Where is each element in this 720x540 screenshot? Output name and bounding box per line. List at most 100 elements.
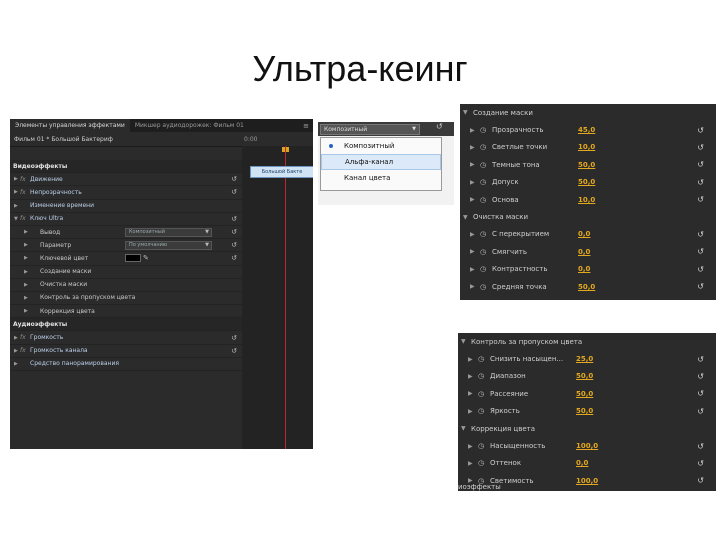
reset-icon[interactable]: ↺ (436, 122, 454, 131)
twirl-closed-icon[interactable]: ▶ (470, 144, 480, 151)
twirl-closed-icon[interactable]: ▶ (468, 373, 478, 380)
twirl-closed-icon[interactable]: ▶ (468, 390, 478, 397)
twirl-closed-icon[interactable]: ▶ (470, 248, 480, 255)
twirl-open-icon[interactable]: ▼ (461, 338, 471, 345)
effect-row[interactable]: ▶ Контроль за пропуском цвета (10, 292, 242, 306)
effect-row[interactable]: ▶ Создание маски (10, 266, 242, 279)
twirl-closed-icon[interactable]: ▶ (468, 443, 478, 450)
twirl-icon[interactable]: ▶ (24, 242, 30, 248)
stopwatch-icon[interactable]: ◷ (480, 126, 492, 134)
reset-icon[interactable]: ↺ (231, 241, 237, 249)
tab-audio-mixer[interactable]: Микшер аудиодорожек: Фильм 01 (130, 119, 249, 132)
clip-name[interactable]: Фильм 01 * Большой Бактериф (14, 136, 244, 143)
twirl-icon[interactable]: ▶ (24, 282, 30, 288)
stopwatch-icon[interactable]: ◷ (480, 248, 492, 256)
twirl-open-icon[interactable]: ▼ (463, 109, 473, 116)
param-value[interactable]: 100,0 (576, 477, 598, 485)
twirl-closed-icon[interactable]: ▶ (468, 408, 478, 415)
reset-icon[interactable]: ↺ (231, 334, 237, 342)
timeline-clip[interactable]: Большой Бакте (250, 166, 313, 178)
stopwatch-icon[interactable]: ◷ (478, 442, 490, 450)
reset-icon[interactable]: ↺ (697, 143, 704, 152)
reset-icon[interactable]: ↺ (697, 459, 704, 468)
effect-row[interactable]: ▼ fx Ключ Ultra ↺ (10, 213, 242, 226)
param-value[interactable]: 45,0 (578, 126, 595, 134)
group-header[interactable]: ▼ Создание маски (460, 104, 716, 121)
param-value[interactable]: 50,0 (576, 372, 593, 380)
param-value[interactable]: 10,0 (578, 143, 595, 151)
reset-icon[interactable]: ↺ (231, 228, 237, 236)
stopwatch-icon[interactable]: ◷ (478, 390, 490, 398)
stopwatch-icon[interactable]: ◷ (480, 178, 492, 186)
twirl-icon[interactable]: ▶ (24, 295, 30, 301)
reset-icon[interactable]: ↺ (231, 188, 237, 196)
twirl-closed-icon[interactable]: ▶ (468, 356, 478, 363)
effect-row[interactable]: ▶ Очистка маски (10, 279, 242, 292)
reset-icon[interactable]: ↺ (697, 372, 704, 381)
twirl-closed-icon[interactable]: ▶ (470, 196, 480, 203)
reset-icon[interactable]: ↺ (697, 355, 704, 364)
reset-icon[interactable]: ↺ (697, 178, 704, 187)
effect-row[interactable]: ▶ Средство панорамирования (10, 358, 242, 371)
stopwatch-icon[interactable]: ◷ (480, 196, 492, 204)
stopwatch-icon[interactable]: ◷ (480, 143, 492, 151)
effect-row[interactable]: ▶ fx Громкость канала ↺ (10, 345, 242, 358)
group-header[interactable]: ▼ Коррекция цвета (458, 420, 716, 437)
fx-icon[interactable]: fx (20, 334, 30, 341)
stopwatch-icon[interactable]: ◷ (480, 161, 492, 169)
twirl-icon[interactable]: ▶ (24, 308, 30, 314)
fx-icon[interactable]: fx (20, 347, 30, 354)
twirl-icon[interactable]: ▶ (24, 255, 30, 261)
effect-row[interactable]: ▶ fx Громкость ↺ (10, 331, 242, 345)
reset-icon[interactable]: ↺ (697, 476, 704, 485)
stopwatch-icon[interactable]: ◷ (480, 265, 492, 273)
effect-row[interactable]: ▶ fx Непрозрачность ↺ (10, 186, 242, 200)
param-value[interactable]: 0,0 (578, 265, 590, 273)
param-value[interactable]: 50,0 (576, 407, 593, 415)
dropdown-option[interactable]: Альфа-канал (321, 154, 441, 170)
group-header[interactable]: ▼ Контроль за пропуском цвета (458, 333, 716, 350)
param-value[interactable]: 0,0 (578, 230, 590, 238)
fx-icon[interactable]: fx (20, 189, 30, 196)
param-value[interactable]: 50,0 (578, 178, 595, 186)
reset-icon[interactable]: ↺ (231, 215, 237, 223)
property-select[interactable]: По умолчанию (125, 240, 212, 250)
stopwatch-icon[interactable]: ◷ (478, 407, 490, 415)
reset-icon[interactable]: ↺ (697, 160, 704, 169)
effect-row[interactable]: ▶ Ключевой цвет ✎ ↺ (10, 252, 242, 266)
reset-icon[interactable]: ↺ (697, 282, 704, 291)
param-value[interactable]: 0,0 (576, 459, 588, 467)
reset-icon[interactable]: ↺ (231, 254, 237, 262)
reset-icon[interactable]: ↺ (697, 265, 704, 274)
twirl-closed-icon[interactable]: ▶ (470, 266, 480, 273)
param-value[interactable]: 50,0 (576, 390, 593, 398)
reset-icon[interactable]: ↺ (697, 230, 704, 239)
reset-icon[interactable]: ↺ (697, 195, 704, 204)
twirl-closed-icon[interactable]: ▶ (470, 161, 480, 168)
twirl-closed-icon[interactable]: ▶ (468, 460, 478, 467)
twirl-closed-icon[interactable]: ▶ (470, 179, 480, 186)
effect-row[interactable]: ▶ Параметр По умолчанию ↺ (10, 239, 242, 253)
param-value[interactable]: 0,0 (578, 248, 590, 256)
twirl-closed-icon[interactable]: ▶ (470, 127, 480, 134)
param-value[interactable]: 50,0 (578, 283, 595, 291)
param-value[interactable]: 100,0 (576, 442, 598, 450)
stopwatch-icon[interactable]: ◷ (478, 459, 490, 467)
group-header[interactable]: ▼ Очистка маски (460, 208, 716, 225)
param-value[interactable]: 25,0 (576, 355, 593, 363)
section-header[interactable]: Видеоэффекты (10, 160, 242, 174)
twirl-icon[interactable]: ▶ (14, 203, 20, 209)
effect-row[interactable]: ▶ Вывод Композитный ↺ (10, 226, 242, 240)
effect-row[interactable]: ▶ Изменение времени (10, 200, 242, 213)
twirl-open-icon[interactable]: ▼ (461, 425, 471, 432)
twirl-icon[interactable]: ▶ (14, 361, 20, 367)
panel-menu-icon[interactable]: ≡ (303, 122, 309, 130)
stopwatch-icon[interactable]: ◷ (480, 283, 492, 291)
reset-icon[interactable]: ↺ (697, 389, 704, 398)
twirl-open-icon[interactable]: ▼ (463, 214, 473, 221)
reset-icon[interactable]: ↺ (697, 126, 704, 135)
effect-row[interactable]: ▶ fx Движение ↺ (10, 173, 242, 187)
twirl-icon[interactable]: ▶ (24, 269, 30, 275)
twirl-closed-icon[interactable]: ▶ (470, 231, 480, 238)
group-header-collapsed[interactable]: ▶Контроль за пропуском цвета (460, 295, 716, 301)
